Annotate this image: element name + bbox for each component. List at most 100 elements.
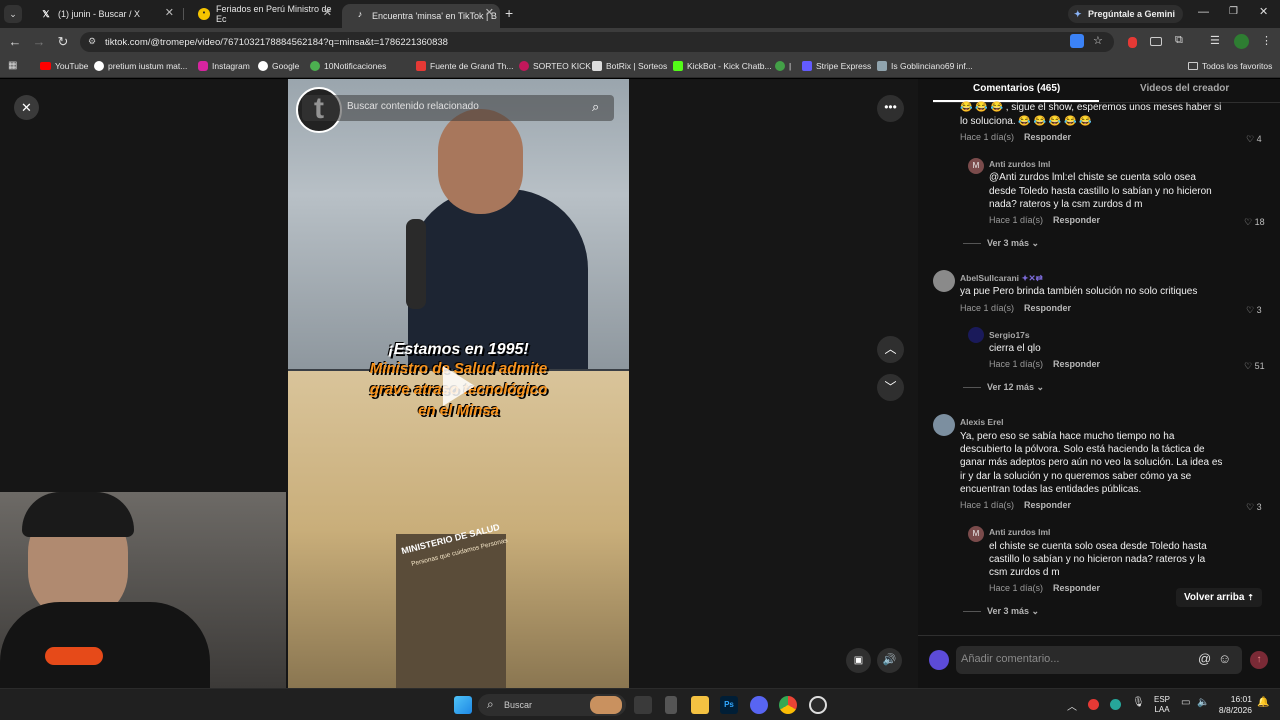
back-to-top-button[interactable]: Volver arriba ⇡ [1176, 588, 1262, 607]
comment-username[interactable]: Anti zurdos lml [989, 159, 1050, 169]
volume-icon[interactable]: 🔊 [877, 648, 902, 673]
comment-username[interactable]: AbelSullcarani ✦✕⇄ [960, 273, 1043, 284]
like-count[interactable]: ♡ 51 [1244, 361, 1265, 372]
file-explorer-icon[interactable] [691, 696, 709, 714]
tab-creator-videos[interactable]: Videos del creador [1140, 83, 1229, 94]
bookmark-star-icon[interactable]: ☆ [1093, 34, 1103, 47]
app-icon[interactable] [665, 696, 677, 714]
new-tab-button[interactable]: + [505, 5, 513, 21]
tray-app-icon[interactable] [1088, 699, 1099, 710]
like-count[interactable]: ♡ 3 [1246, 305, 1262, 316]
taskbar-search[interactable]: ⌕ Buscar [478, 694, 626, 716]
comment-input[interactable]: Añadir comentario... @ ☺ [956, 646, 1242, 674]
close-tab-icon[interactable]: ✕ [323, 6, 332, 19]
bookmark-kickbot[interactable]: KickBot - Kick Chatb... [673, 61, 772, 71]
comment-username[interactable]: Anti zurdos lml [989, 527, 1050, 537]
discord-icon[interactable] [750, 696, 768, 714]
input-language[interactable]: ESP LAA [1154, 695, 1170, 715]
mention-icon[interactable]: @ [1198, 651, 1211, 666]
bookmark-grand-theft[interactable]: Fuente de Grand Th... [416, 61, 513, 71]
bookmark-pretium[interactable]: pretium iustum mat... [94, 61, 187, 71]
close-tab-icon[interactable]: ✕ [485, 6, 494, 19]
all-bookmarks[interactable]: Todos los favoritos [1188, 61, 1272, 71]
minimize-button[interactable]: — [1198, 6, 1209, 18]
tray-chevron-icon[interactable]: ︿ [1067, 698, 1077, 713]
windows-start-icon[interactable] [454, 696, 472, 714]
gemini-button[interactable]: ✦ Pregúntale a Gemini [1068, 5, 1184, 23]
clock[interactable]: 16:01 8/8/2026 [1216, 694, 1252, 716]
extension-icon[interactable] [1150, 37, 1162, 46]
comment-username[interactable]: Alexis Erel [960, 417, 1003, 427]
reply-link[interactable]: Responder [1024, 303, 1071, 313]
related-search-input[interactable]: Buscar contenido relacionado ⌕ [302, 95, 614, 121]
profile-avatar[interactable] [1234, 34, 1249, 49]
tab-x[interactable]: 𝕏 (1) junin - Buscar / X ✕ [28, 4, 180, 24]
avatar[interactable] [933, 414, 955, 436]
menu-kebab-icon[interactable]: ⋮ [1261, 34, 1272, 47]
bookmark-goblinciano[interactable]: Is Goblinciano69 inf... [877, 61, 973, 71]
site-info-icon[interactable]: ⚙ [88, 36, 96, 47]
tab-search-dropdown[interactable]: ⌄ [4, 5, 22, 23]
forward-icon[interactable]: → [30, 33, 48, 51]
view-more-replies[interactable]: Ver 3 más ⌄ [963, 606, 1039, 617]
extensions-puzzle-icon[interactable]: ⧉ [1175, 34, 1183, 47]
translate-icon[interactable] [1070, 34, 1084, 48]
volume-tray-icon[interactable]: 🔈 [1197, 697, 1209, 708]
close-tab-icon[interactable]: ✕ [165, 6, 174, 19]
view-more-replies[interactable]: Ver 12 más ⌄ [963, 382, 1044, 393]
bookmark-sorteo-kick[interactable]: SORTEO KICK [519, 61, 591, 71]
emoji-icon[interactable]: ☺ [1218, 651, 1231, 666]
like-count[interactable]: ♡ 18 [1244, 217, 1265, 228]
bookmark-google[interactable]: Google [258, 61, 299, 71]
tab-tiktok[interactable]: ♪ Encuentra 'minsa' en TikTok | B ✕ [342, 4, 500, 28]
bookmark-botrix[interactable]: BotRix | Sorteos [592, 61, 667, 71]
bookmark-10notificaciones[interactable]: 10Notificaciones [310, 61, 386, 71]
video-player[interactable]: MINISTERIO DE SALUD Personas que cuidamo… [288, 79, 629, 688]
like-count[interactable]: ♡ 3 [1246, 502, 1262, 513]
like-count[interactable]: ♡ 4 [1246, 134, 1262, 145]
next-video-button[interactable]: ﹀ [877, 374, 904, 401]
notification-icon[interactable]: 🔔 [1257, 697, 1269, 708]
avatar[interactable]: M [968, 158, 984, 174]
tab-comments[interactable]: Comentarios (465) [973, 83, 1060, 94]
reply-link[interactable]: Responder [1053, 359, 1100, 369]
user-avatar[interactable] [929, 650, 949, 670]
chrome-icon[interactable] [779, 696, 797, 714]
pip-icon[interactable]: ▣ [846, 648, 871, 673]
close-icon[interactable]: ✕ [14, 95, 39, 120]
close-window-button[interactable]: ✕ [1259, 5, 1268, 18]
reply-link[interactable]: Responder [1053, 583, 1100, 593]
bookmark-badge[interactable]: | [775, 61, 791, 71]
avatar[interactable]: M [968, 526, 984, 542]
avatar[interactable] [933, 270, 955, 292]
restore-button[interactable]: ❐ [1229, 6, 1238, 17]
tray-app-icon[interactable] [1110, 699, 1121, 710]
address-bar[interactable]: ⚙ tiktok.com/@tromepe/video/767103217888… [80, 32, 1114, 52]
extension-record-icon[interactable] [1128, 37, 1137, 48]
photoshop-icon[interactable]: Ps [720, 696, 738, 714]
bookmark-stripe[interactable]: Stripe Express [802, 61, 871, 71]
reply-link[interactable]: Responder [1024, 500, 1071, 510]
back-icon[interactable]: ← [6, 33, 24, 51]
steam-icon[interactable] [809, 696, 827, 714]
previous-video-button[interactable]: ︿ [877, 336, 904, 363]
reply-link[interactable]: Responder [1024, 132, 1071, 142]
reading-list-icon[interactable]: ☰ [1210, 34, 1220, 47]
microphone-icon[interactable]: 🎙 [1132, 697, 1145, 708]
bookmark-youtube[interactable]: YouTube [40, 61, 88, 71]
task-view-icon[interactable] [634, 696, 652, 714]
play-icon[interactable] [443, 366, 475, 406]
view-more-replies[interactable]: Ver 3 más ⌄ [963, 238, 1039, 249]
url-text[interactable]: tiktok.com/@tromepe/video/76710321788845… [105, 37, 448, 48]
search-icon[interactable]: ⌕ [592, 99, 599, 115]
reply-link[interactable]: Responder [1053, 215, 1100, 225]
network-icon[interactable]: ▭ [1181, 697, 1190, 708]
bookmark-instagram[interactable]: Instagram [198, 61, 250, 71]
tab-feriados[interactable]: • Feriados en Perú Ministro de Ec ✕ [186, 4, 338, 24]
apps-grid-icon[interactable]: ▦ [8, 60, 17, 71]
comment-username[interactable]: Sergio17s [989, 330, 1030, 340]
more-options-icon[interactable]: ••• [877, 95, 904, 122]
reload-icon[interactable]: ↻ [54, 33, 72, 51]
send-icon[interactable]: ↑ [1250, 651, 1268, 669]
avatar[interactable] [968, 327, 984, 343]
